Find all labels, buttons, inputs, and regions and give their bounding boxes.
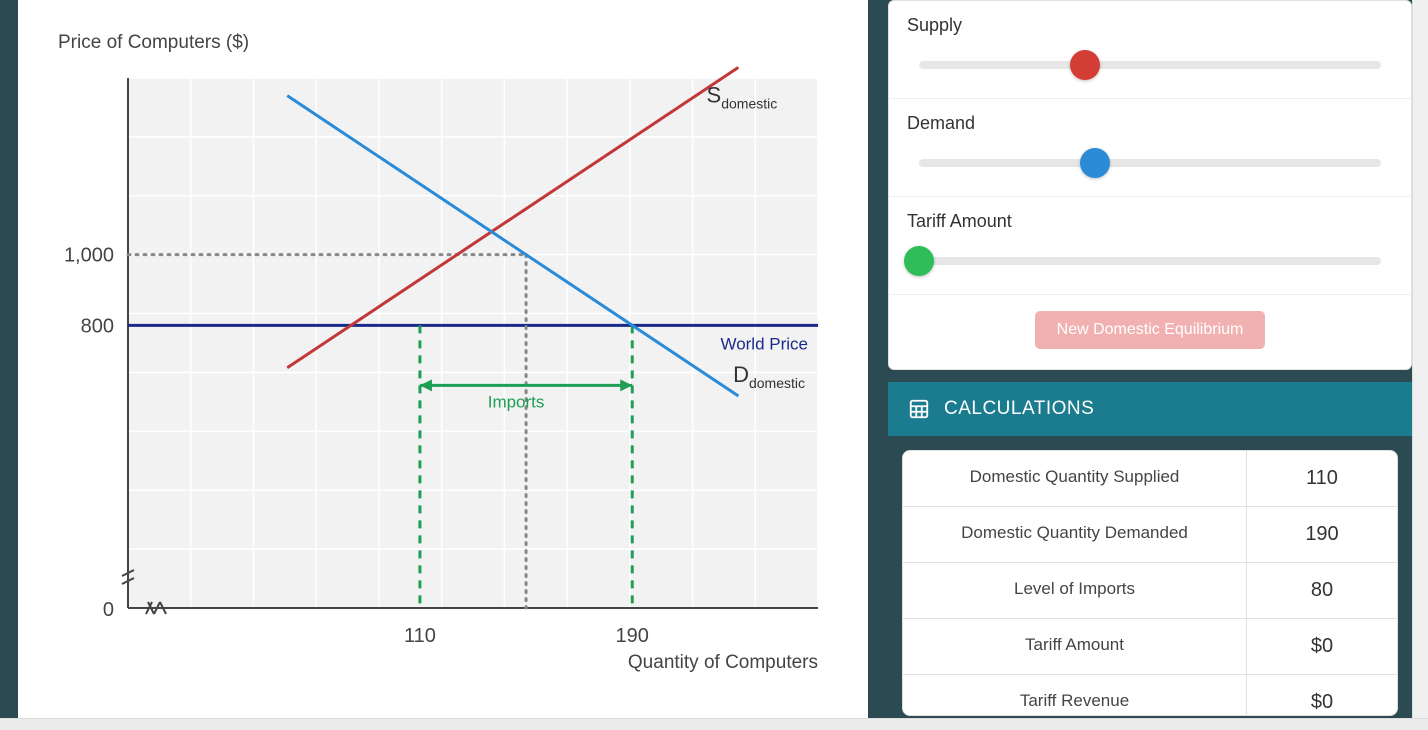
calc-row: Tariff Revenue$0 <box>903 675 1397 716</box>
tariff-slider-thumb[interactable] <box>904 246 934 276</box>
frame-border-mid <box>868 0 888 730</box>
supply-slider-section: Supply <box>889 1 1411 99</box>
calculations-table: Domestic Quantity Supplied110Domestic Qu… <box>902 450 1398 716</box>
calc-row: Tariff Amount$0 <box>903 619 1397 675</box>
controls-panel: Supply Demand Tariff Amount New Domestic… <box>888 0 1412 730</box>
svg-text:0: 0 <box>103 599 114 621</box>
calc-row-value: $0 <box>1247 675 1397 716</box>
tariff-slider[interactable] <box>907 246 1393 276</box>
tariff-chart: 0 800 1,000 110 190 Price of Computers ($) Qua… <box>28 18 858 708</box>
svg-text:World Price: World Price <box>720 334 808 353</box>
horizontal-scrollbar[interactable] <box>0 718 1428 730</box>
demand-slider-thumb[interactable] <box>1080 148 1110 178</box>
calc-row: Domestic Quantity Demanded190 <box>903 507 1397 563</box>
calc-row-value: 110 <box>1247 451 1397 506</box>
calculations-header: CALCULATIONS <box>888 382 1412 436</box>
calc-row-value: $0 <box>1247 619 1397 674</box>
sliders-card: Supply Demand Tariff Amount New Domestic… <box>888 0 1412 370</box>
calc-row: Domestic Quantity Supplied110 <box>903 451 1397 507</box>
svg-text:Imports: Imports <box>488 392 545 411</box>
demand-slider[interactable] <box>907 148 1393 178</box>
supply-slider-label: Supply <box>907 15 1393 36</box>
new-equilibrium-button[interactable]: New Domestic Equilibrium <box>1035 311 1266 349</box>
calculations-title: CALCULATIONS <box>944 398 1094 420</box>
svg-text:800: 800 <box>81 315 114 337</box>
calc-row-label: Level of Imports <box>903 563 1247 618</box>
svg-text:110: 110 <box>404 625 436 647</box>
chart-panel: 0 800 1,000 110 190 Price of Computers ($) Qua… <box>18 0 868 730</box>
calculator-icon <box>908 398 930 420</box>
calc-row-label: Tariff Amount <box>903 619 1247 674</box>
supply-slider[interactable] <box>907 50 1393 80</box>
supply-slider-thumb[interactable] <box>1070 50 1100 80</box>
calc-row-value: 190 <box>1247 507 1397 562</box>
calc-row: Level of Imports80 <box>903 563 1397 619</box>
tariff-slider-section: Tariff Amount <box>889 197 1411 295</box>
calc-row-label: Tariff Revenue <box>903 675 1247 716</box>
tariff-slider-label: Tariff Amount <box>907 211 1393 232</box>
vertical-scrollbar[interactable] <box>1412 0 1428 730</box>
svg-text:190: 190 <box>616 625 649 647</box>
calc-row-value: 80 <box>1247 563 1397 618</box>
frame-border-left <box>0 0 18 730</box>
demand-slider-label: Demand <box>907 113 1393 134</box>
calc-row-label: Domestic Quantity Demanded <box>903 507 1247 562</box>
svg-text:1,000: 1,000 <box>64 245 114 267</box>
calc-row-label: Domestic Quantity Supplied <box>903 451 1247 506</box>
demand-slider-section: Demand <box>889 99 1411 197</box>
svg-text:Quantity of Computers: Quantity of Computers <box>628 652 818 673</box>
svg-text:Price of Computers ($): Price of Computers ($) <box>58 32 249 53</box>
